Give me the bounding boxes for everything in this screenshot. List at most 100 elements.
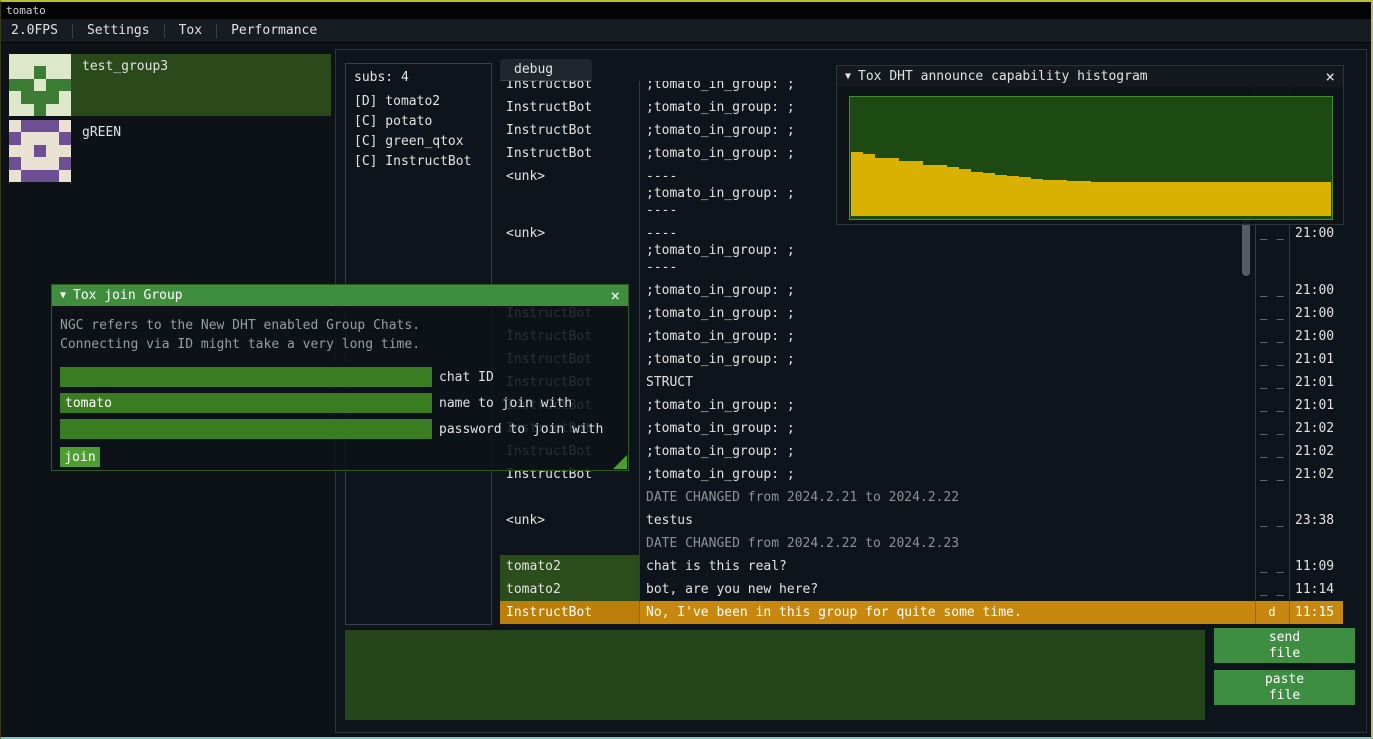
message-text: ;tomato_in_group: ; xyxy=(640,394,1255,417)
histogram-bar xyxy=(911,161,923,216)
message-text: ;tomato_in_group: ; xyxy=(640,417,1255,440)
histogram-bar xyxy=(1031,179,1043,216)
histogram-window-title: Tox DHT announce capability histogram xyxy=(858,69,1318,84)
histogram-bar xyxy=(1115,182,1127,216)
join-button[interactable]: join xyxy=(60,447,100,467)
window-titlebar[interactable]: tomato xyxy=(1,2,1371,19)
histogram-bar xyxy=(1223,182,1235,216)
app-window: tomato 2.0FPS Settings Tox Performance t… xyxy=(0,0,1373,739)
tab-debug[interactable]: debug xyxy=(500,59,592,81)
contact-item-gREEN[interactable]: gREEN xyxy=(9,120,331,182)
fps-counter: 2.0FPS xyxy=(1,19,68,42)
collapse-arrow-icon[interactable]: ▼ xyxy=(845,71,851,82)
message-status xyxy=(1255,486,1290,509)
contact-item-test_group3[interactable]: test_group3 xyxy=(9,54,331,116)
close-icon[interactable]: × xyxy=(610,288,620,304)
histogram-bar xyxy=(1103,182,1115,216)
menu-tox[interactable]: Tox xyxy=(169,19,212,42)
message-input[interactable] xyxy=(345,630,1205,720)
histogram-bar xyxy=(1199,182,1211,216)
contact-name: test_group3 xyxy=(82,59,168,116)
member-item[interactable]: [D] tomato2 xyxy=(346,92,491,112)
join-info-line: NGC refers to the New DHT enabled Group … xyxy=(60,316,620,335)
histogram-bar xyxy=(1139,182,1151,216)
member-item[interactable]: [C] potato xyxy=(346,112,491,132)
menu-settings[interactable]: Settings xyxy=(77,19,160,42)
histogram-bar xyxy=(995,175,1007,216)
join-input-password-to-join-with[interactable] xyxy=(60,419,432,439)
message-row[interactable]: InstructBotNo, I've been in this group f… xyxy=(500,601,1343,624)
join-group-window[interactable]: ▼ Tox join Group × NGC refers to the New… xyxy=(51,284,629,471)
histogram-bar xyxy=(1091,182,1103,216)
menu-separator xyxy=(164,24,165,38)
histogram-bar xyxy=(1235,182,1247,216)
histogram-bar xyxy=(1187,182,1199,216)
message-sender: <unk> xyxy=(500,509,640,532)
message-sender: InstructBot xyxy=(500,96,640,119)
close-icon[interactable]: × xyxy=(1325,69,1335,85)
message-status: _ _ xyxy=(1255,222,1290,279)
join-input-name-to-join-with[interactable] xyxy=(60,393,432,413)
join-window-body: NGC refers to the New DHT enabled Group … xyxy=(52,306,628,467)
message-sender: InstructBot xyxy=(500,601,640,624)
message-sender: InstructBot xyxy=(500,81,640,96)
message-text: bot, are you new here? xyxy=(640,578,1255,601)
join-input-chat-ID[interactable] xyxy=(60,367,432,387)
message-sender: InstructBot xyxy=(500,119,640,142)
resize-grip[interactable] xyxy=(613,455,627,469)
histogram-window-titlebar[interactable]: ▼ Tox DHT announce capability histogram … xyxy=(837,66,1343,87)
histogram-bar xyxy=(851,152,863,216)
send-file-button[interactable]: sendfile xyxy=(1214,628,1355,663)
member-list: [D] tomato2[C] potato[C] green_qtox[C] I… xyxy=(346,92,491,172)
message-status: _ _ xyxy=(1255,302,1290,325)
histogram-bar xyxy=(1151,182,1163,216)
message-time: 21:02 xyxy=(1290,417,1343,440)
message-text: ;tomato_in_group: ; xyxy=(640,440,1255,463)
message-row[interactable]: tomato2chat is this real?_ _11:09 xyxy=(500,555,1343,578)
message-row[interactable]: DATE CHANGED from 2024.2.22 to 2024.2.23 xyxy=(500,532,1343,555)
message-sender: tomato2 xyxy=(500,555,640,578)
collapse-arrow-icon[interactable]: ▼ xyxy=(60,290,66,301)
message-status: _ _ xyxy=(1255,555,1290,578)
paste-file-button[interactable]: pastefile xyxy=(1214,670,1355,705)
histogram-bar xyxy=(1067,181,1079,216)
message-sender: InstructBot xyxy=(500,142,640,165)
menubar: 2.0FPS Settings Tox Performance xyxy=(1,19,1371,43)
join-input-label: password to join with xyxy=(439,422,603,437)
message-text: ;tomato_in_group: ; xyxy=(640,325,1255,348)
member-item[interactable]: [C] green_qtox xyxy=(346,132,491,152)
message-text: ----;tomato_in_group: ;---- xyxy=(640,222,1255,279)
message-status: _ _ xyxy=(1255,325,1290,348)
join-input-label: name to join with xyxy=(439,396,572,411)
message-row[interactable]: tomato2bot, are you new here?_ _11:14 xyxy=(500,578,1343,601)
message-sender xyxy=(500,486,640,509)
join-window-titlebar[interactable]: ▼ Tox join Group × xyxy=(52,285,628,306)
histogram-bar xyxy=(1259,182,1271,216)
message-sender: <unk> xyxy=(500,222,640,279)
message-text: chat is this real? xyxy=(640,555,1255,578)
message-time: 21:01 xyxy=(1290,348,1343,371)
histogram-window[interactable]: ▼ Tox DHT announce capability histogram … xyxy=(836,65,1344,225)
message-status: _ _ xyxy=(1255,509,1290,532)
window-title: tomato xyxy=(6,4,46,17)
message-status xyxy=(1255,532,1290,555)
join-fields: chat IDname to join withpassword to join… xyxy=(60,367,620,439)
message-time xyxy=(1290,532,1343,555)
message-status: _ _ xyxy=(1255,578,1290,601)
message-time: 21:00 xyxy=(1290,222,1343,279)
member-item[interactable]: [C] InstructBot xyxy=(346,152,491,172)
message-time: 21:02 xyxy=(1290,440,1343,463)
message-time: 11:09 xyxy=(1290,555,1343,578)
message-row[interactable]: DATE CHANGED from 2024.2.21 to 2024.2.22 xyxy=(500,486,1343,509)
message-text: testus xyxy=(640,509,1255,532)
message-time: 21:02 xyxy=(1290,463,1343,486)
message-row[interactable]: <unk>----;tomato_in_group: ;----_ _21:00 xyxy=(500,222,1343,279)
message-row[interactable]: <unk>testus_ _23:38 xyxy=(500,509,1343,532)
histogram-bar xyxy=(1055,180,1067,216)
histogram-bar xyxy=(875,158,887,217)
join-field-row: password to join with xyxy=(60,419,620,439)
histogram-bar xyxy=(1163,182,1175,216)
menu-performance[interactable]: Performance xyxy=(221,19,327,42)
message-status: _ _ xyxy=(1255,348,1290,371)
subs-count: subs: 4 xyxy=(346,64,491,88)
